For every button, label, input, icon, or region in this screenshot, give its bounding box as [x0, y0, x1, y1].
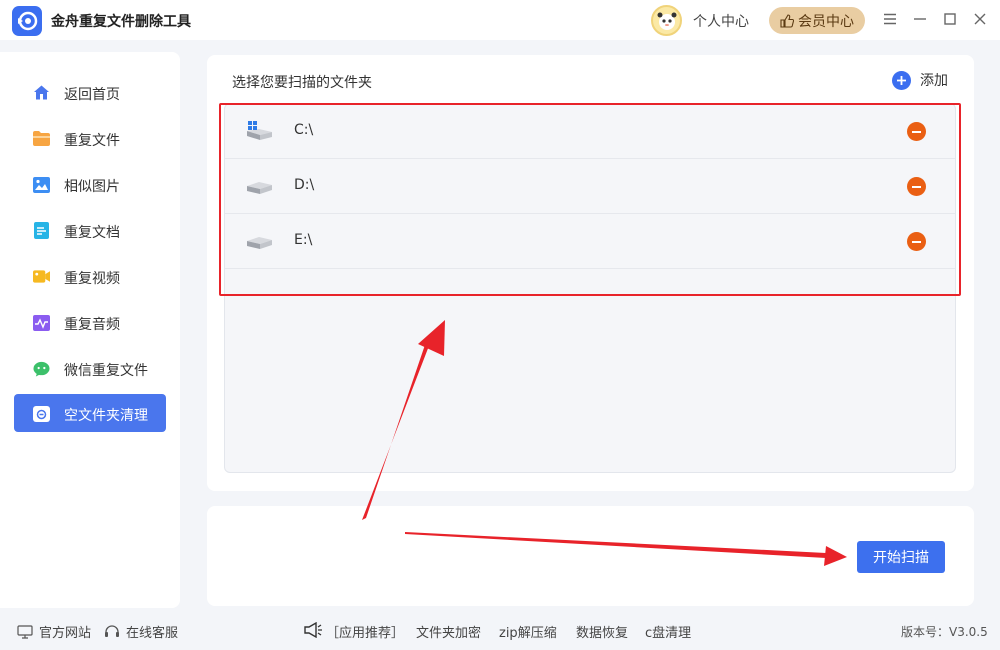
drive-icon: [247, 182, 272, 194]
remove-drive-button[interactable]: [907, 177, 926, 196]
windows-drive-icon: [247, 121, 272, 140]
thumbs-up-icon: [780, 13, 794, 28]
sidebar-item-duplicate-audio[interactable]: 重复音频: [14, 303, 166, 341]
list-item[interactable]: E:\: [225, 214, 955, 269]
megaphone-icon: [304, 622, 322, 638]
app-logo-icon: [12, 6, 42, 36]
headset-icon: [105, 625, 119, 637]
close-icon[interactable]: [971, 10, 989, 28]
footer: 官方网站 在线客服 ［应用推荐］ 文件夹加密 zip解压缩 数据恢复 c盘清理 …: [0, 612, 1000, 648]
sidebar-item-home[interactable]: 返回首页: [14, 73, 166, 111]
minus-icon: [912, 185, 921, 188]
monitor-icon: [17, 624, 33, 639]
audio-icon: [33, 314, 50, 331]
sidebar-item-similar-images[interactable]: 相似图片: [14, 165, 166, 203]
footer-link-data-recovery[interactable]: 数据恢复: [576, 622, 628, 641]
sidebar: 返回首页 重复文件 相似图片 重复文档 重复视频 重复音频 微信重复文件 空文件…: [0, 52, 180, 608]
action-panel: 开始扫描: [207, 506, 974, 606]
menu-icon[interactable]: [881, 10, 899, 28]
remove-drive-button[interactable]: [907, 122, 926, 141]
drive-name: D:\: [294, 177, 315, 193]
recommend-label: ［应用推荐］: [326, 626, 405, 641]
image-icon: [33, 176, 50, 193]
vip-center-label: 会员中心: [798, 13, 854, 30]
footer-link-zip[interactable]: zip解压缩: [499, 622, 557, 641]
avatar[interactable]: [651, 5, 682, 36]
minus-icon: [912, 130, 921, 133]
sidebar-item-wechat-duplicates[interactable]: 微信重复文件: [14, 349, 166, 387]
folder-icon: [33, 130, 50, 147]
version-label: 版本号：V3.0.5: [901, 625, 988, 639]
wechat-icon: [33, 360, 50, 377]
vip-center-button[interactable]: 会员中心: [769, 7, 865, 34]
title-bar: 金舟重复文件删除工具 个人中心 会员中心: [0, 0, 1000, 40]
official-website-link[interactable]: 官方网站: [17, 622, 91, 641]
home-icon: [33, 84, 50, 101]
remove-drive-button[interactable]: [907, 232, 926, 251]
start-scan-button[interactable]: 开始扫描: [857, 541, 945, 573]
drive-name: C:\: [294, 122, 314, 138]
maximize-icon[interactable]: [941, 10, 959, 28]
panel-title: 选择您要扫描的文件夹: [232, 75, 372, 91]
list-item[interactable]: C:\: [225, 104, 955, 159]
drive-name: E:\: [294, 232, 313, 248]
minus-icon: [912, 240, 921, 243]
drive-icon: [247, 237, 272, 249]
folder-list: C:\ D:\ E:\: [224, 103, 956, 473]
sidebar-item-duplicate-documents[interactable]: 重复文档: [14, 211, 166, 249]
add-folder-label: 添加: [920, 73, 948, 89]
app-title: 金舟重复文件删除工具: [51, 14, 191, 30]
online-support-link[interactable]: 在线客服: [104, 622, 178, 641]
plus-icon: [892, 70, 911, 90]
sidebar-item-duplicate-files[interactable]: 重复文件: [14, 119, 166, 157]
footer-link-folder-encrypt[interactable]: 文件夹加密: [416, 622, 481, 641]
add-folder-button[interactable]: 添加: [892, 70, 948, 90]
minimize-icon[interactable]: [911, 10, 929, 28]
empty-folder-icon: [33, 405, 50, 422]
document-icon: [33, 222, 50, 239]
footer-link-c-drive-cleanup[interactable]: c盘清理: [645, 622, 691, 641]
video-icon: [33, 268, 50, 285]
folder-selection-panel: 选择您要扫描的文件夹 添加 C:\ D:\ E:\: [207, 55, 974, 491]
sidebar-item-empty-folder-cleanup[interactable]: 空文件夹清理: [14, 394, 166, 432]
personal-center-link[interactable]: 个人中心: [693, 11, 749, 31]
sidebar-item-duplicate-videos[interactable]: 重复视频: [14, 257, 166, 295]
list-item[interactable]: D:\: [225, 159, 955, 214]
